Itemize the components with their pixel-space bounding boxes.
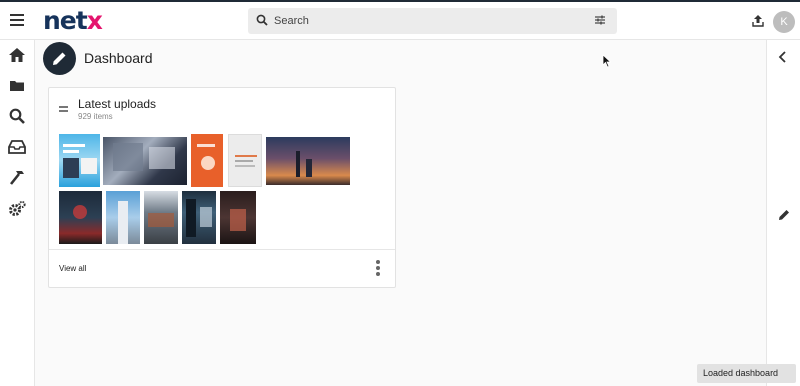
thumbnail-10[interactable] (220, 191, 256, 244)
left-nav (0, 40, 35, 386)
filter-settings-icon[interactable] (594, 14, 606, 26)
thumbnail-8[interactable] (144, 191, 178, 244)
chevron-left-icon[interactable] (778, 51, 788, 63)
page-title: Dashboard (84, 50, 153, 66)
card-title: Latest uploads (78, 97, 157, 111)
thumbnail-7[interactable] (106, 191, 140, 244)
netx-logo[interactable]: netx (43, 6, 103, 35)
settings-icon[interactable] (8, 200, 26, 218)
thumbnail-6[interactable] (59, 191, 102, 244)
inbox-icon[interactable] (8, 138, 26, 156)
pencil-icon[interactable] (778, 209, 790, 221)
right-panel-bar (766, 40, 800, 386)
more-options-icon[interactable] (374, 260, 382, 276)
search-icon (256, 14, 268, 26)
top-bar: netx K (0, 0, 800, 40)
menu-icon[interactable] (9, 12, 27, 28)
mouse-cursor-icon (602, 54, 612, 68)
thumbnail-4[interactable] (228, 134, 262, 187)
home-icon[interactable] (8, 46, 26, 64)
thumbnail-3[interactable] (191, 134, 223, 187)
card-item-count: 929 items (78, 112, 113, 121)
pencil-icon (53, 52, 66, 65)
thumbnail-2[interactable] (103, 137, 187, 185)
user-avatar[interactable]: K (773, 11, 795, 33)
logo-text-net: net (43, 6, 88, 35)
search-nav-icon[interactable] (8, 107, 26, 125)
upload-icon[interactable] (751, 14, 765, 28)
thumbnail-1[interactable] (59, 134, 100, 187)
card-divider (49, 249, 395, 250)
view-all-link[interactable]: View all (59, 264, 86, 273)
thumbnail-9[interactable] (182, 191, 216, 244)
search-bar (248, 8, 617, 34)
drag-handle-icon[interactable] (59, 105, 69, 113)
hammer-icon[interactable] (8, 169, 26, 187)
thumbnail-5[interactable] (266, 137, 350, 185)
latest-uploads-card: Latest uploads 929 items View all (48, 87, 396, 288)
edit-dashboard-button[interactable] (43, 42, 76, 75)
folder-icon[interactable] (8, 77, 26, 95)
status-toast: Loaded dashboard (697, 364, 796, 383)
search-input[interactable] (274, 11, 574, 31)
logo-text-x: x (86, 6, 103, 35)
